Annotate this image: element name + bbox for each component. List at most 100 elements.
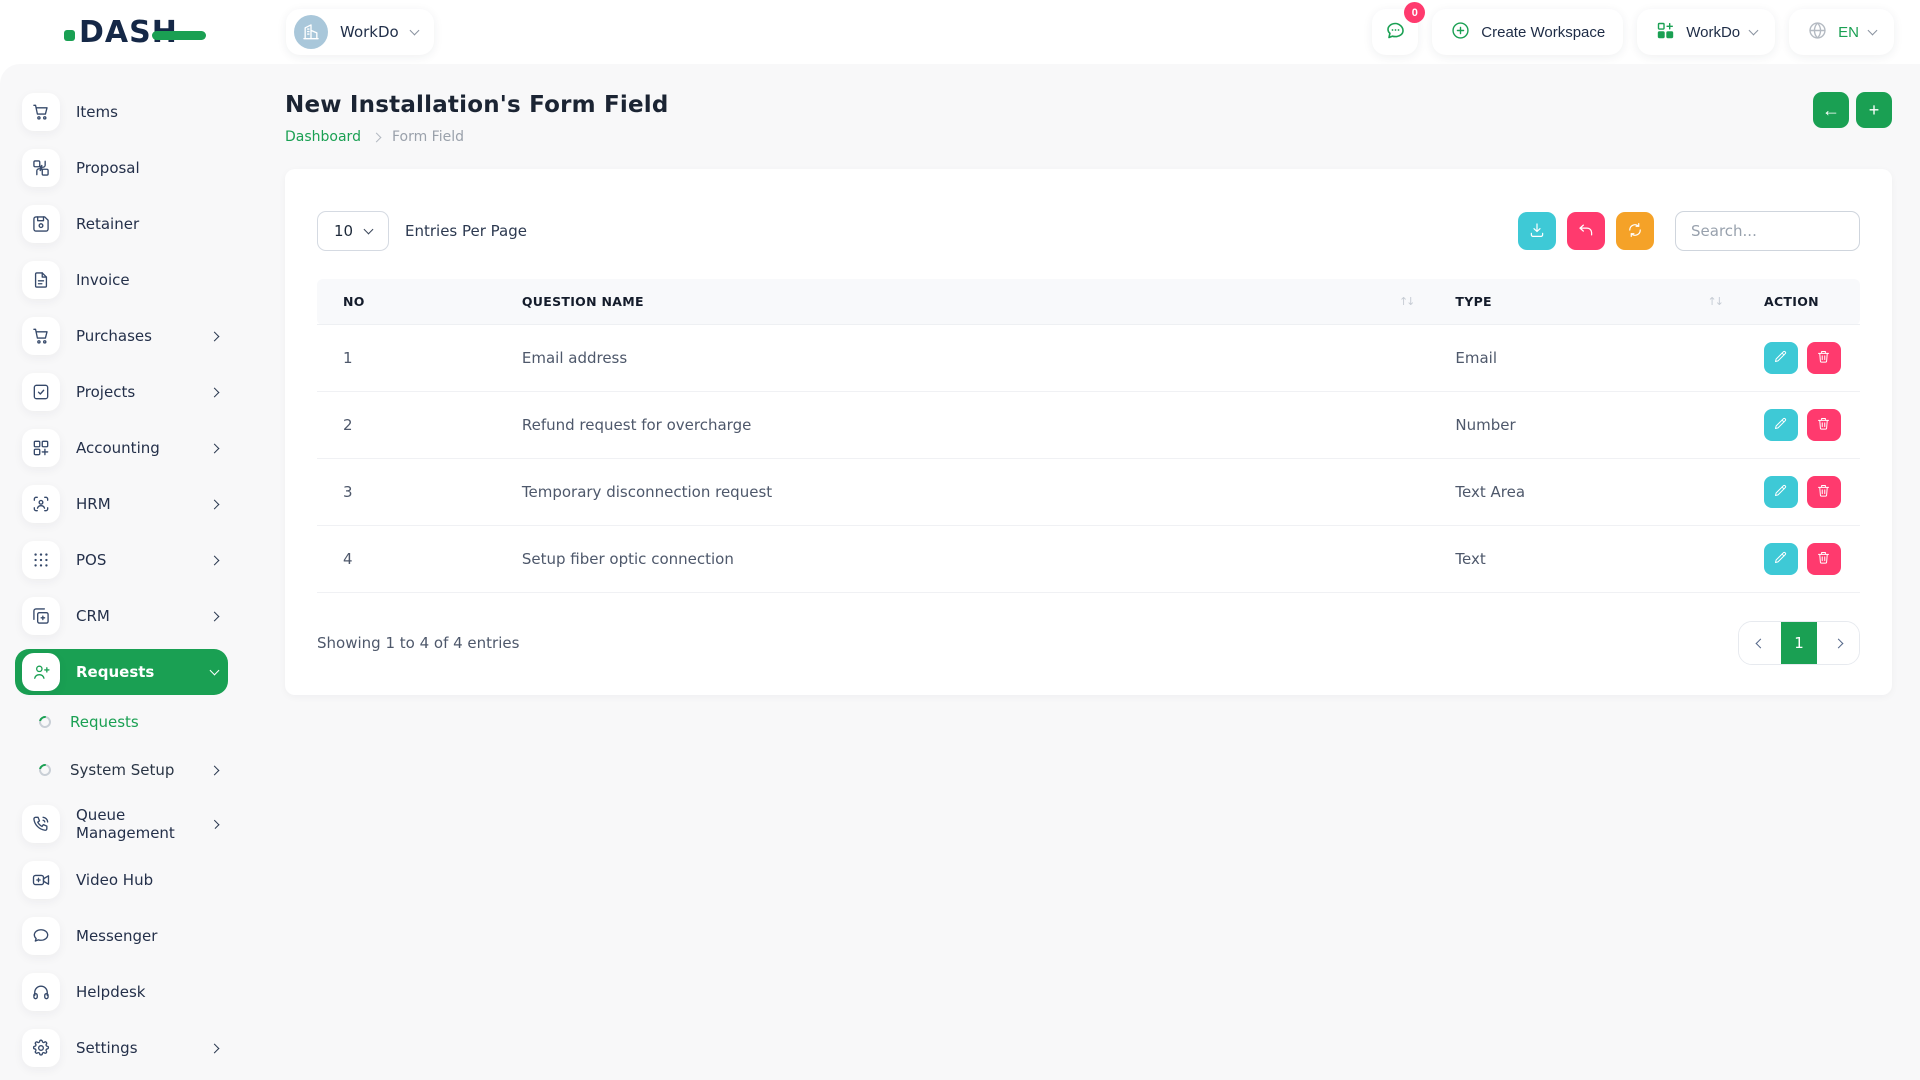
- breadcrumb-current: Form Field: [392, 129, 464, 145]
- sidebar-item-proposal[interactable]: Proposal: [15, 148, 228, 188]
- create-workspace-button[interactable]: Create Workspace: [1432, 9, 1623, 55]
- sidebar-item-queue-management[interactable]: Queue Management: [15, 804, 228, 844]
- chevron-right-icon: [210, 555, 220, 565]
- sidebar-item-pos[interactable]: POS: [15, 540, 228, 580]
- entries-per-page-label: Entries Per Page: [405, 222, 527, 240]
- cart-icon: [22, 93, 60, 131]
- sidebar-item-invoice[interactable]: Invoice: [15, 260, 228, 300]
- language-selector[interactable]: EN: [1789, 9, 1894, 55]
- cart-icon: [22, 317, 60, 355]
- sidebar-item-requests[interactable]: Requests: [15, 649, 228, 695]
- delete-button[interactable]: [1807, 543, 1841, 575]
- create-workspace-label: Create Workspace: [1481, 24, 1605, 41]
- sidebar-item-crm[interactable]: CRM: [15, 596, 228, 636]
- edit-button[interactable]: [1764, 476, 1798, 508]
- sidebar-subitem-requests[interactable]: Requests: [39, 708, 218, 736]
- form-field-table: NO QUESTION NAME ↑↓ TYPE ↑↓ ACTION 1Emai…: [317, 279, 1860, 593]
- headphones-icon: [22, 973, 60, 1011]
- row-actions: [1764, 409, 1848, 441]
- pencil-icon: [1773, 349, 1788, 367]
- undo-button[interactable]: [1567, 212, 1605, 250]
- pencil-icon: [1773, 483, 1788, 501]
- app-body: Items Proposal Retainer Invoice Purchases Pro…: [0, 64, 1920, 1080]
- refresh-icon: [1626, 221, 1644, 242]
- search-input[interactable]: [1675, 211, 1860, 251]
- row-type: Text: [1443, 526, 1752, 593]
- chevron-right-icon: [211, 820, 220, 829]
- app-switcher-button[interactable]: WorkDo: [1637, 9, 1775, 55]
- edit-button[interactable]: [1764, 543, 1798, 575]
- edit-button[interactable]: [1764, 342, 1798, 374]
- sidebar-item-retainer[interactable]: Retainer: [15, 204, 228, 244]
- sidebar-item-video-hub[interactable]: Video Hub: [15, 860, 228, 900]
- chevron-down-icon: [409, 26, 419, 36]
- chevron-right-icon: [210, 765, 220, 775]
- video-icon: [22, 861, 60, 899]
- sidebar-item-label: Invoice: [76, 271, 130, 289]
- prev-page-button[interactable]: [1739, 622, 1781, 664]
- sidebar-item-settings[interactable]: Settings: [15, 1028, 228, 1068]
- pencil-icon: [1773, 550, 1788, 568]
- sidebar-item-projects[interactable]: Projects: [15, 372, 228, 412]
- sidebar-item-label: Projects: [76, 383, 135, 401]
- dots-grid-icon: [22, 541, 60, 579]
- sidebar-item-purchases[interactable]: Purchases: [15, 316, 228, 356]
- sidebar-subitem-system-setup[interactable]: System Setup: [39, 756, 218, 784]
- download-icon: [1528, 221, 1546, 242]
- sidebar-item-label: Purchases: [76, 327, 152, 345]
- sort-icon[interactable]: ↑↓: [1708, 295, 1740, 308]
- gear-icon: [22, 1029, 60, 1067]
- edit-button[interactable]: [1764, 409, 1798, 441]
- row-no: 4: [317, 526, 510, 593]
- col-action: ACTION: [1752, 279, 1860, 325]
- entries-per-page-select[interactable]: 10: [317, 211, 389, 251]
- back-button[interactable]: ←: [1813, 92, 1849, 128]
- chevron-right-icon: [210, 443, 220, 453]
- sidebar-item-label: CRM: [76, 607, 110, 625]
- table-header-row: NO QUESTION NAME ↑↓ TYPE ↑↓ ACTION: [317, 279, 1860, 325]
- brand-logo[interactable]: DASH: [64, 15, 254, 50]
- sidebar-nav: Items Proposal Retainer Invoice Purchases Pro…: [0, 64, 240, 1080]
- pagination: 1: [1738, 621, 1860, 665]
- refresh-button[interactable]: [1616, 212, 1654, 250]
- user-scan-icon: [22, 485, 60, 523]
- chevron-right-icon: [210, 611, 220, 621]
- form-field-card: 10 Entries Per Page NO QUE: [285, 169, 1892, 695]
- row-question: Setup fiber optic connection: [510, 526, 1444, 593]
- sidebar-subitem-label: System Setup: [70, 761, 174, 779]
- trash-icon: [1816, 349, 1831, 367]
- delete-button[interactable]: [1807, 342, 1841, 374]
- breadcrumb-dashboard-link[interactable]: Dashboard: [285, 129, 361, 145]
- delete-button[interactable]: [1807, 476, 1841, 508]
- sidebar-item-accounting[interactable]: Accounting: [15, 428, 228, 468]
- add-form-field-button[interactable]: +: [1856, 92, 1892, 128]
- sidebar-item-label: Items: [76, 103, 118, 121]
- globe-icon: [1807, 20, 1828, 45]
- trash-icon: [1816, 550, 1831, 568]
- table-row: 1Email addressEmail: [317, 325, 1860, 392]
- col-question-name: QUESTION NAME ↑↓: [510, 279, 1444, 325]
- sidebar-item-label: Proposal: [76, 159, 140, 177]
- grid-apps-icon: [1655, 20, 1676, 45]
- undo-icon: [1577, 221, 1595, 242]
- sidebar-item-label: POS: [76, 551, 106, 569]
- export-button[interactable]: [1518, 212, 1556, 250]
- chevron-down-icon: [210, 666, 220, 676]
- sidebar-item-hrm[interactable]: HRM: [15, 484, 228, 524]
- sidebar-item-items[interactable]: Items: [15, 92, 228, 132]
- sidebar-item-label: Queue Management: [76, 806, 196, 842]
- sidebar-item-messenger[interactable]: Messenger: [15, 916, 228, 956]
- messages-button[interactable]: 0: [1372, 9, 1418, 55]
- sort-icon[interactable]: ↑↓: [1399, 295, 1431, 308]
- showing-entries-text: Showing 1 to 4 of 4 entries: [317, 634, 519, 652]
- circle-plus-icon: [1450, 20, 1471, 45]
- arrow-left-icon: ←: [1822, 101, 1840, 119]
- sidebar-item-helpdesk[interactable]: Helpdesk: [15, 972, 228, 1012]
- next-page-button[interactable]: [1817, 622, 1859, 664]
- delete-button[interactable]: [1807, 409, 1841, 441]
- workspace-selector[interactable]: WorkDo: [286, 9, 434, 55]
- page-actions: ← +: [1813, 92, 1892, 128]
- page-header: New Installation's Form Field Dashboard …: [285, 92, 1892, 145]
- table-row: 4Setup fiber optic connectionText: [317, 526, 1860, 593]
- top-header: DASH WorkDo 0 Create Workspace WorkDo EN: [0, 0, 1920, 64]
